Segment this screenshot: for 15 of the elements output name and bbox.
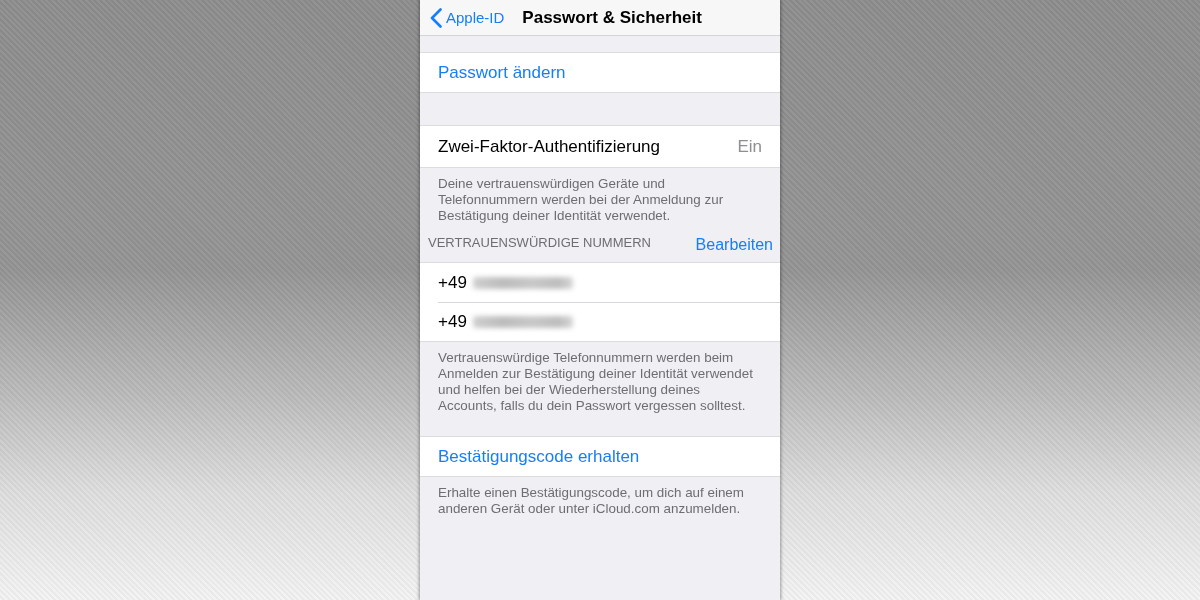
back-button[interactable]: Apple-ID (420, 0, 505, 35)
section-header: VERTRAUENSWÜRDIGE NUMMERN (428, 235, 651, 250)
phone-prefix: +49 (438, 272, 467, 293)
chevron-left-icon (430, 7, 442, 28)
phone-prefix: +49 (438, 311, 467, 332)
action-cell-button[interactable]: Passwort ändern (420, 53, 780, 92)
row-label: Zwei-Faktor-Authentifizierung (438, 136, 661, 157)
nav-title: Passwort & Sicherheit (522, 7, 702, 28)
section-footer: Vertrauenswürdige Telefonnummern werden beim Anmelden zur Bestätigung deiner Identität verwendet und helfen bei der Wiederherstellung deines Accounts, falls du dein Passwort vergessen solltest. (420, 342, 780, 414)
edit-button[interactable]: Bearbeiten (695, 236, 773, 254)
settings-row[interactable]: Zwei-Faktor-Authentifizierung Ein (420, 126, 780, 167)
row-value: Ein (737, 136, 762, 157)
action-cell-button[interactable]: Bestätigungscode erhalten (420, 437, 780, 476)
section-footer: Deine vertrauenswürdigen Geräte und Telefonnummern werden bei der Anmeldung zur Bestätigung deiner Identität verwendet. (420, 168, 780, 224)
section-footer: Erhalte einen Bestätigungscode, um dich auf einem anderen Gerät oder unter iCloud.com anzumelden. (420, 477, 780, 517)
